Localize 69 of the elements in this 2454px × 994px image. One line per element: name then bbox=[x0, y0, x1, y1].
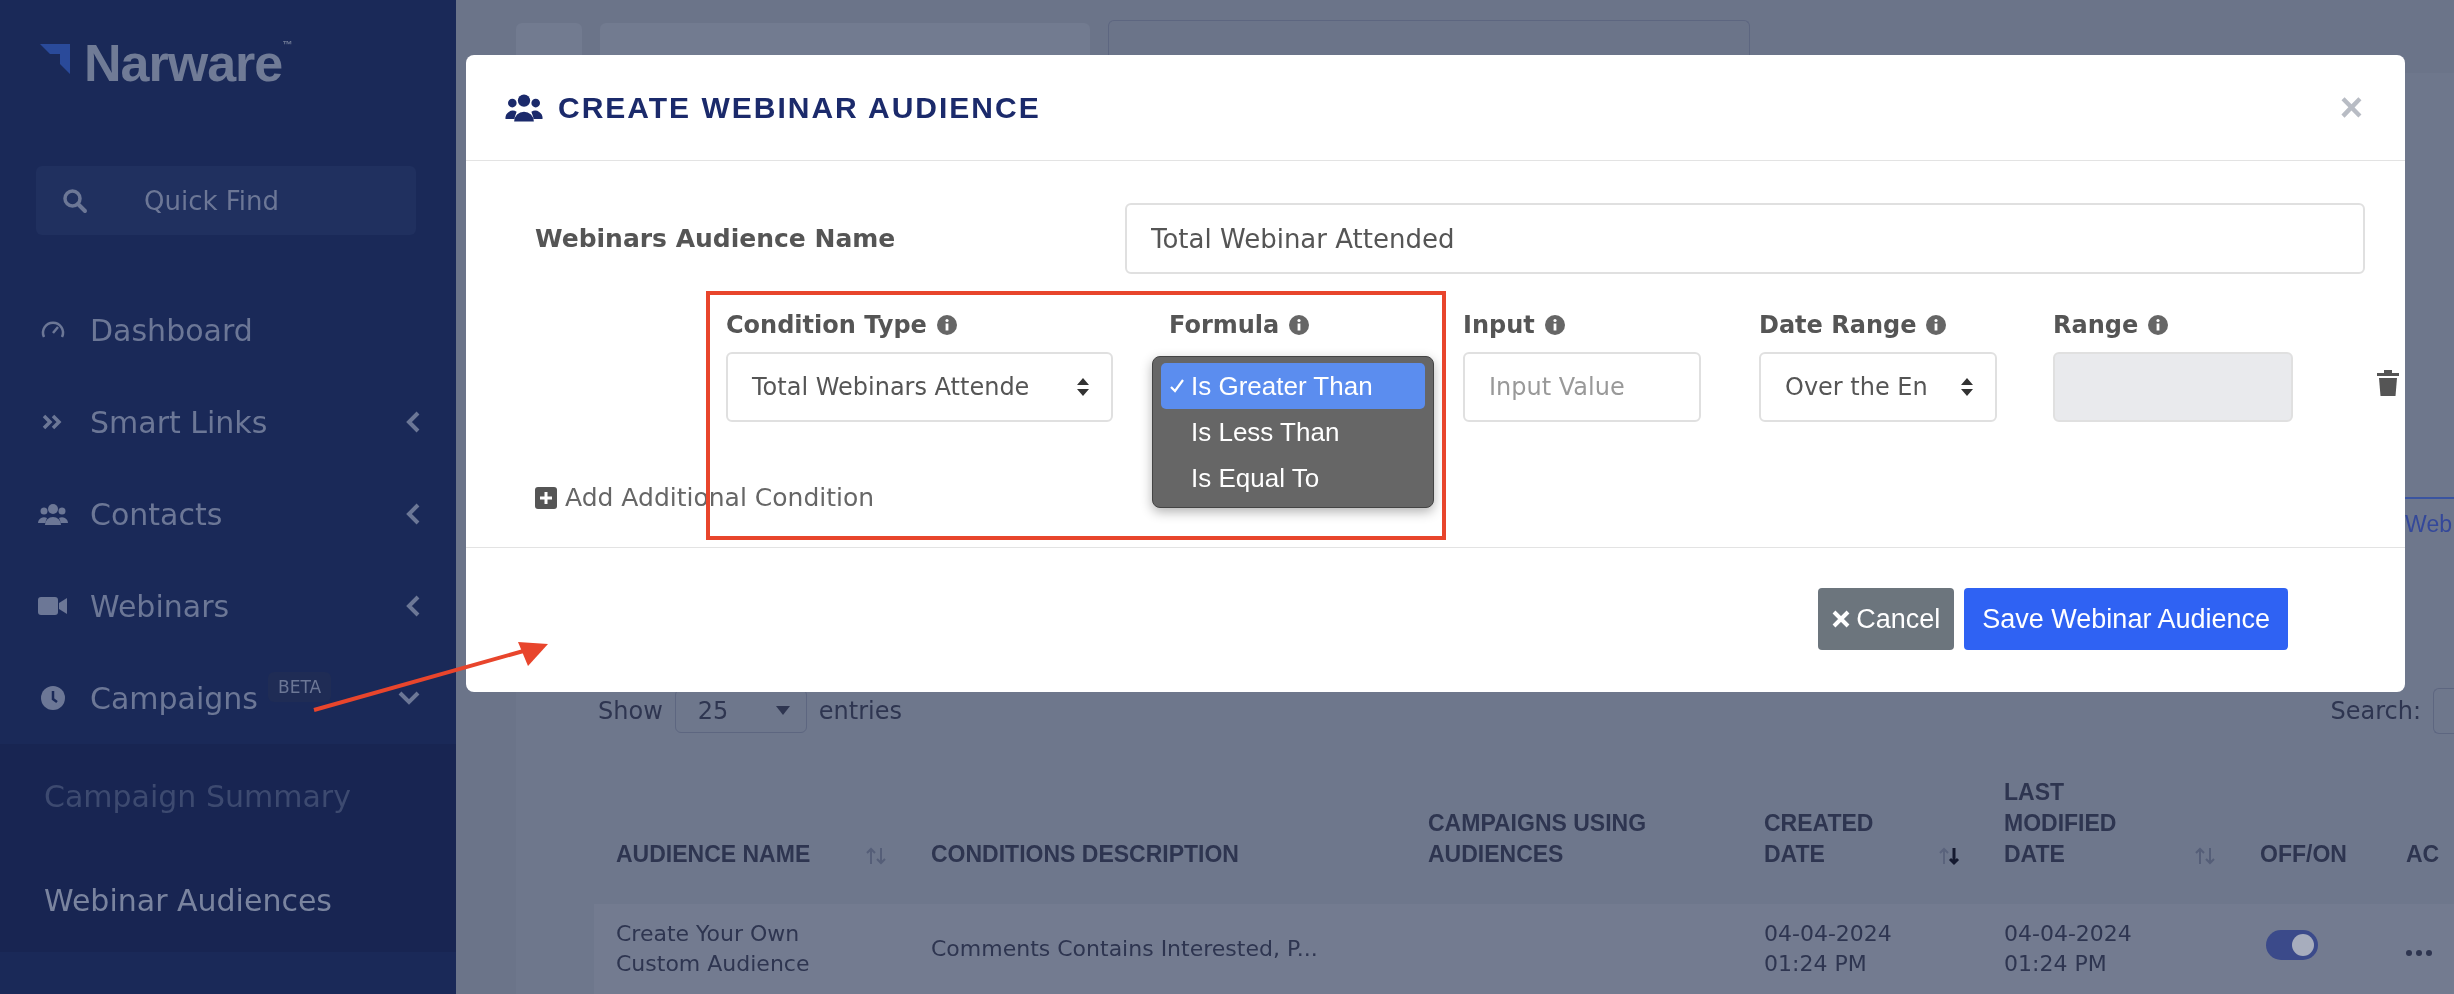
menu-label: Smart Links bbox=[90, 404, 268, 440]
quick-find-field[interactable]: Quick Find bbox=[36, 166, 416, 235]
chevron-down-icon bbox=[398, 691, 420, 705]
video-camera-icon bbox=[38, 595, 68, 617]
sidebar-item[interactable]: Contacts bbox=[0, 468, 456, 560]
chevron-left-icon bbox=[406, 411, 420, 433]
sidebar-item[interactable]: Webinars bbox=[0, 560, 456, 652]
column-header: CREATED DATE bbox=[1764, 809, 1875, 869]
search-label: Search: bbox=[2330, 697, 2421, 725]
menu-option[interactable]: Is Greater Than bbox=[1161, 363, 1425, 409]
column-header: CONDITIONS DESCRIPTION bbox=[931, 840, 1239, 869]
menu-label: Campaigns bbox=[90, 680, 258, 716]
info-icon[interactable] bbox=[1289, 315, 1310, 335]
menu-option[interactable]: Is Less Than bbox=[1161, 409, 1425, 455]
column-header: OFF/ON bbox=[2260, 840, 2347, 869]
column-header: LAST MODIFIED DATE bbox=[2004, 778, 2118, 869]
info-icon[interactable] bbox=[1926, 315, 1947, 335]
up-down-caret-icon bbox=[1077, 378, 1089, 396]
menu-option[interactable]: Is Equal To bbox=[1161, 455, 1425, 501]
sidebar-item[interactable]: Campaigns BETA bbox=[0, 652, 456, 744]
close-icon bbox=[1832, 610, 1851, 628]
sidebar-item[interactable]: Dashboard bbox=[0, 284, 456, 376]
sidebar-item[interactable]: Smart Links bbox=[0, 376, 456, 468]
table-cell-text: 04-04-2024 01:24 PM bbox=[1764, 920, 1893, 978]
beta-badge: BETA bbox=[268, 672, 332, 702]
info-icon[interactable] bbox=[2148, 315, 2169, 335]
column-header: AUDIENCE NAME bbox=[616, 840, 811, 869]
field-label: Webinars Audience Name bbox=[535, 224, 897, 253]
column-header: CAMPAIGNS USING AUDIENCES bbox=[1428, 809, 1648, 869]
toggle-switch[interactable] bbox=[2266, 930, 2318, 960]
caret-icon bbox=[775, 706, 790, 716]
field-label: Condition Type bbox=[726, 311, 927, 339]
logo-mark-icon bbox=[38, 42, 72, 76]
table-cell-text: Create Your Own Custom Audience bbox=[616, 920, 811, 978]
field-label: Input bbox=[1463, 311, 1535, 339]
select-field[interactable]: Total Webinars Attende bbox=[726, 352, 1113, 422]
entries-label: entries bbox=[818, 697, 902, 725]
users-icon bbox=[38, 501, 68, 527]
audience-name-field[interactable]: Total Webinar Attended bbox=[1125, 203, 2365, 274]
menu-label: Webinars bbox=[90, 588, 230, 624]
logo: Narware$^{™}$ bbox=[84, 38, 292, 88]
field-label: Range bbox=[2053, 311, 2139, 339]
field-label: Date Range bbox=[1759, 311, 1917, 339]
chevron-left-icon bbox=[406, 595, 420, 617]
sort-icon[interactable] bbox=[1938, 846, 1960, 866]
trash-icon[interactable] bbox=[2377, 370, 2399, 396]
menu-label: Contacts bbox=[90, 496, 223, 532]
info-icon[interactable] bbox=[1544, 315, 1565, 335]
column-header: AC bbox=[2406, 840, 2440, 869]
plus-square-icon bbox=[535, 486, 557, 509]
up-down-caret-icon bbox=[1961, 378, 1973, 396]
search-icon bbox=[62, 188, 88, 214]
check-icon bbox=[1169, 378, 1185, 394]
chevron-left-icon bbox=[406, 503, 420, 525]
cancel-button[interactable]: Cancel bbox=[1818, 588, 1955, 650]
menu-label: Dashboard bbox=[90, 312, 253, 348]
modal-title: CREATE WEBINAR AUDIENCE bbox=[558, 90, 1041, 125]
info-icon[interactable] bbox=[936, 315, 957, 335]
clock-icon bbox=[38, 685, 68, 711]
table-cell: Comments Contains Interested, P... bbox=[931, 936, 1318, 961]
input-field[interactable]: Input Value bbox=[1463, 352, 1701, 422]
field-label: Formula bbox=[1169, 311, 1280, 339]
save-button[interactable]: Save Webinar Audience bbox=[1964, 588, 2288, 650]
close-button[interactable]: × bbox=[2335, 85, 2367, 130]
show-label: Show bbox=[598, 697, 663, 725]
select-field[interactable]: Over the En bbox=[1759, 352, 1997, 422]
more-dots-icon[interactable] bbox=[2406, 950, 2432, 956]
table-cell-text: 04-04-2024 01:24 PM bbox=[2004, 920, 2133, 978]
submenu-item[interactable]: Webinar Audiences bbox=[0, 848, 456, 952]
